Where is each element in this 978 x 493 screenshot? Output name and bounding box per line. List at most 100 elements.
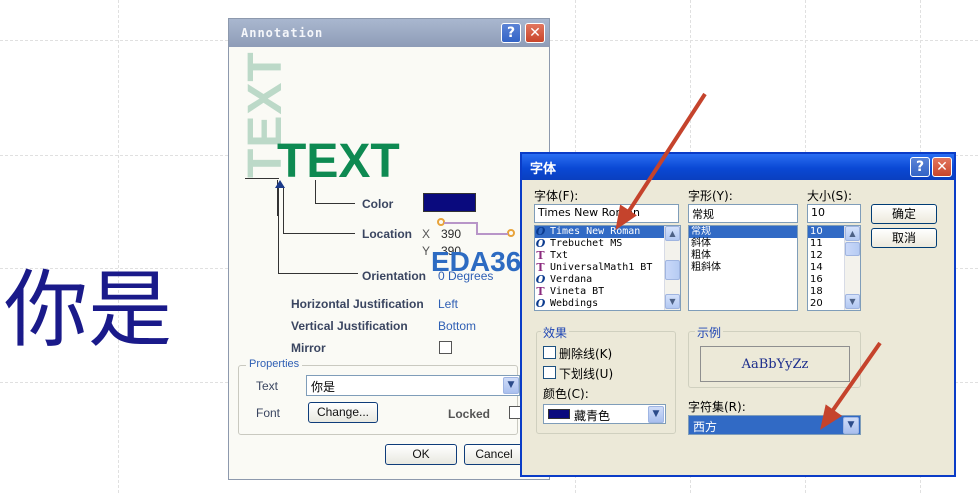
x-value[interactable]: 390 xyxy=(441,227,461,241)
scroll-up-icon[interactable]: ▲ xyxy=(665,226,680,241)
charset-label: 字符集(R): xyxy=(688,400,746,414)
scroll-down-icon[interactable]: ▼ xyxy=(665,294,680,309)
style-item-label: 粗斜体 xyxy=(691,262,721,273)
font-size-label: 大小(S): xyxy=(807,189,853,203)
font-style-input[interactable]: 常规 xyxy=(688,204,798,223)
hjust-label: Horizontal Justification xyxy=(291,297,424,311)
font-item-label: Verdana xyxy=(550,274,593,285)
scroll-thumb[interactable] xyxy=(665,260,680,280)
leader-line xyxy=(245,178,279,179)
style-item[interactable]: 常规 xyxy=(689,226,797,238)
style-item-label: 常规 xyxy=(691,226,711,237)
anchor-marker-icon xyxy=(275,180,285,188)
style-item-label: 粗体 xyxy=(691,250,711,261)
strikeout-label: 删除线(K) xyxy=(559,347,613,361)
chevron-down-icon[interactable]: ▼ xyxy=(843,417,859,434)
text-input[interactable]: 你是 xyxy=(306,375,520,396)
font-close-button[interactable]: ✕ xyxy=(932,157,952,177)
location-label: Location xyxy=(362,227,412,241)
font-help-button[interactable]: ? xyxy=(910,157,930,177)
sample-text: AaBbYyZz xyxy=(700,346,850,382)
annotation-titlebar[interactable]: Annotation ? ✕ xyxy=(229,19,549,47)
chevron-down-icon[interactable]: ▼ xyxy=(503,377,519,394)
color-swatch[interactable] xyxy=(423,193,476,212)
font-dialog-titlebar[interactable]: 字体 ? ✕ xyxy=(522,154,954,180)
vjust-label: Vertical Justification xyxy=(291,319,408,333)
scroll-down-icon[interactable]: ▼ xyxy=(845,294,860,309)
x-label: X xyxy=(422,227,431,241)
font-style-label: 字形(Y): xyxy=(688,189,733,203)
font-label: Font xyxy=(256,406,281,420)
style-item-label: 斜体 xyxy=(691,238,711,249)
ok-button[interactable]: OK xyxy=(385,444,457,465)
mirror-checkbox[interactable] xyxy=(439,341,452,354)
font-item[interactable]: T Vineta BT xyxy=(535,286,680,298)
font-style-list[interactable]: 常规 斜体 粗体 粗斜体 xyxy=(688,225,798,311)
canvas-text[interactable]: 你是 xyxy=(4,268,172,352)
font-color-combo[interactable]: 藏青色 ▼ xyxy=(543,404,666,424)
font-item-label: Vineta BT xyxy=(550,286,605,297)
font-item[interactable]: O Trebuchet MS xyxy=(535,238,680,250)
wire-line xyxy=(444,222,476,224)
grid-line xyxy=(118,0,119,493)
style-item[interactable]: 粗体 xyxy=(689,250,797,262)
size-item-label: 10 xyxy=(810,226,823,237)
underline-checkbox[interactable] xyxy=(543,366,556,379)
font-dialog-title: 字体 xyxy=(530,161,557,177)
help-button[interactable]: ? xyxy=(501,23,521,43)
size-item-label: 20 xyxy=(810,298,823,309)
font-item-label: UniversalMath1 BT xyxy=(550,262,653,273)
font-name-label: 字体(F): xyxy=(534,189,579,203)
style-item[interactable]: 斜体 xyxy=(689,238,797,250)
locked-label: Locked xyxy=(448,407,491,421)
font-item[interactable]: T Txt xyxy=(535,250,680,262)
y-label: Y xyxy=(422,244,431,258)
scroll-thumb[interactable] xyxy=(845,242,860,256)
size-item-label: 11 xyxy=(810,238,823,249)
change-font-button[interactable]: Change... xyxy=(308,402,378,423)
strikeout-checkbox[interactable] xyxy=(543,346,556,359)
font-item-label: Txt xyxy=(550,250,569,261)
text-label: Text xyxy=(256,379,279,393)
font-name-input[interactable]: Times New Roman xyxy=(534,204,679,223)
mirror-label: Mirror xyxy=(291,341,326,355)
handle-icon xyxy=(507,229,515,237)
effects-legend: 效果 xyxy=(541,324,570,341)
chevron-down-icon[interactable]: ▼ xyxy=(648,406,664,423)
font-list[interactable]: O Times New Roman O Trebuchet MS T Txt T Univer… xyxy=(534,225,681,311)
underline-label: 下划线(U) xyxy=(559,367,614,381)
font-item-label: Webdings xyxy=(550,298,599,309)
wire-line xyxy=(476,233,508,235)
sample-legend: 示例 xyxy=(695,324,724,341)
style-item[interactable]: 粗斜体 xyxy=(689,262,797,274)
font-item[interactable]: O Times New Roman xyxy=(535,226,680,238)
size-item-label: 16 xyxy=(810,274,823,285)
color-label: Color xyxy=(362,197,394,211)
color-swatch xyxy=(548,409,570,419)
font-item[interactable]: O Verdana xyxy=(535,274,680,286)
leader-orientation xyxy=(278,186,358,274)
hjust-value[interactable]: Left xyxy=(438,297,458,311)
font-cancel-button[interactable]: 取消 xyxy=(871,228,937,248)
annotation-title: Annotation xyxy=(241,26,324,40)
font-item-label: Trebuchet MS xyxy=(550,238,623,249)
color-label: 颜色(C): xyxy=(543,387,589,401)
vjust-value[interactable]: Bottom xyxy=(438,319,476,333)
size-item-label: 18 xyxy=(810,286,823,297)
font-size-list[interactable]: 10 11 12 14 16 18 20 ▲ ▼ xyxy=(807,225,861,311)
size-item-label: 12 xyxy=(810,250,823,261)
cancel-button[interactable]: Cancel xyxy=(464,444,524,465)
font-color-value: 藏青色 xyxy=(574,409,611,423)
font-item[interactable]: O Webdings xyxy=(535,298,680,310)
scroll-up-icon[interactable]: ▲ xyxy=(845,226,860,241)
preview-text-horizontal: TEXT xyxy=(277,135,400,188)
orientation-label: Orientation xyxy=(362,269,427,283)
size-item-label: 14 xyxy=(810,262,823,273)
font-ok-button[interactable]: 确定 xyxy=(871,204,937,224)
font-item[interactable]: T UniversalMath1 BT xyxy=(535,262,680,274)
charset-value: 西方 xyxy=(693,420,718,434)
close-button[interactable]: ✕ xyxy=(525,23,545,43)
opentype-font-icon: O xyxy=(535,297,546,310)
properties-legend: Properties xyxy=(246,358,303,370)
font-size-input[interactable]: 10 xyxy=(807,204,861,223)
